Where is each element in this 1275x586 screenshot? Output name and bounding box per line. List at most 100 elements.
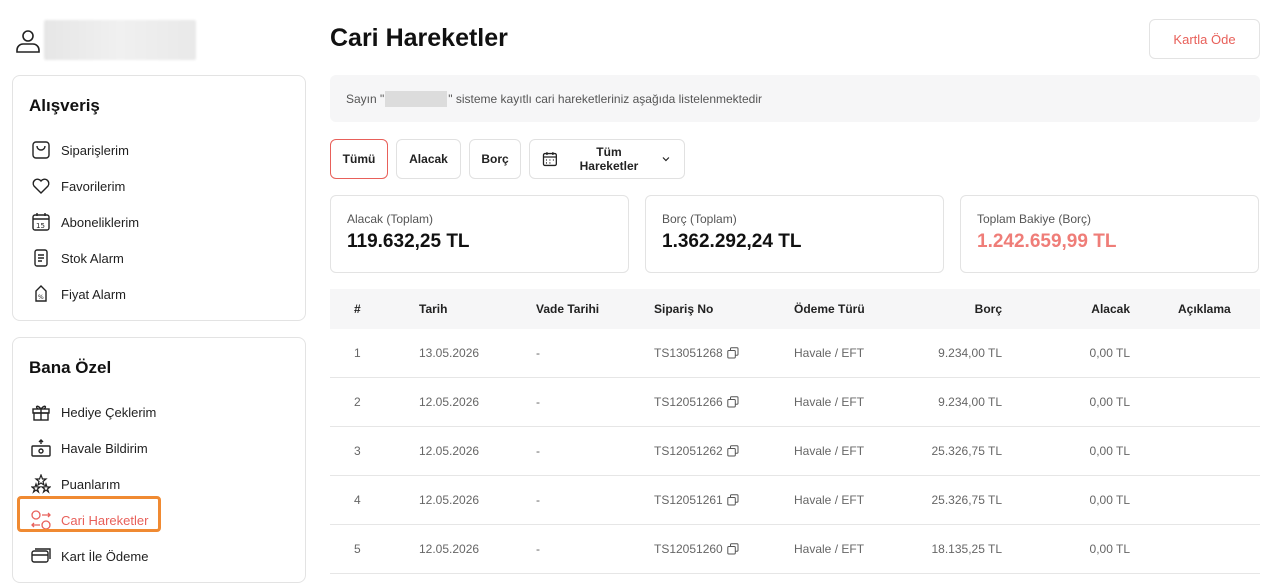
filter-debit-button[interactable]: Borç (469, 139, 521, 179)
debit-total-card: Borç (Toplam) 1.362.292,24 TL (645, 195, 944, 273)
sidebar-item-label: Hediye Çeklerim (61, 404, 157, 420)
cell-text: 25.326,75 TL (931, 444, 1002, 458)
stat-value: 119.632,25 TL (347, 231, 470, 252)
table-cell: - (536, 444, 654, 458)
bag-icon (29, 138, 53, 162)
table-cell: Havale / EFT (794, 542, 892, 556)
sidebar-item-orders[interactable]: Siparişlerim (29, 132, 289, 168)
cell-text: TS12051261 (654, 493, 723, 507)
transfer-icon (29, 436, 53, 460)
sidebar-item-label: Favorilerim (61, 178, 126, 194)
cell-text: Havale / EFT (794, 493, 865, 507)
stat-value: 1.242.659,99 TL (977, 231, 1117, 252)
table-cell: Havale / EFT (794, 395, 892, 409)
customer-name-redacted (385, 90, 448, 107)
table-cell: 0,00 TL (1002, 395, 1130, 409)
stars-icon (29, 472, 53, 496)
table-cell: TS13051268 (654, 346, 794, 360)
cell-text: TS12051262 (654, 444, 723, 458)
calendar-15-icon: 15 (29, 210, 53, 234)
filter-bar: Tümü Alacak Borç Tüm Hareketler (330, 139, 685, 179)
card-icon (29, 544, 53, 568)
table-cell: TS12051266 (654, 395, 794, 409)
filter-all-button[interactable]: Tümü (330, 139, 388, 179)
user-icon (16, 30, 40, 53)
cell-text: 12.05.2026 (419, 542, 480, 556)
cell-text: Havale / EFT (794, 346, 865, 360)
table-cell: Havale / EFT (794, 444, 892, 458)
copy-icon[interactable] (727, 543, 739, 555)
sidebar-item-gift-cards[interactable]: Hediye Çeklerim (29, 394, 289, 430)
sidebar-item-label: Aboneliklerim (61, 214, 140, 230)
copy-icon[interactable] (727, 445, 739, 457)
cell-text: - (536, 493, 540, 507)
copy-icon[interactable] (727, 396, 739, 408)
stat-label: Alacak (Toplam) (347, 212, 434, 226)
table-cell: 12.05.2026 (419, 395, 536, 409)
sidebar-item-card-payment[interactable]: Kart İle Ödeme (29, 538, 289, 574)
table-row: 3 12.05.2026 - TS12051262 Havale / EFT 25.326… (330, 427, 1260, 476)
svg-text:%: % (38, 294, 44, 301)
cell-text: 12.05.2026 (419, 444, 480, 458)
cell-text: 2 (354, 395, 361, 409)
shopping-section-title: Alışveriş (29, 96, 100, 115)
personal-menu-card: Bana Özel Hediye Çeklerim Havale Bildiri… (12, 337, 306, 583)
column-header: # (354, 302, 361, 316)
calendar-icon (542, 152, 557, 167)
cell-text: Havale / EFT (794, 542, 865, 556)
sidebar-item-label: Kart İle Ödeme (61, 548, 149, 564)
sidebar-item-points[interactable]: Puanlarım (29, 466, 289, 502)
column-header: Açıklama (1178, 302, 1231, 316)
copy-icon[interactable] (727, 347, 739, 359)
column-header: Alacak (1091, 302, 1130, 316)
filter-credit-button[interactable]: Alacak (396, 139, 461, 179)
table-cell: 9.234,00 TL (892, 395, 1002, 409)
table-row: 2 12.05.2026 - TS12051266 Havale / EFT 9.234,… (330, 378, 1260, 427)
table-cell: TS12051261 (654, 493, 794, 507)
cell-text: 4 (354, 493, 361, 507)
info-suffix: " sisteme kayıtlı cari hareketleriniz aş… (448, 91, 763, 106)
sidebar-item-price-alarm[interactable]: % Fiyat Alarm (29, 276, 289, 312)
dropdown-value: Tüm Hareketler (579, 145, 639, 173)
cell-text: 3 (354, 444, 361, 458)
table-cell: 4 (330, 493, 419, 507)
movements-dropdown[interactable]: Tüm Hareketler (529, 139, 685, 179)
table-cell: 5 (330, 542, 419, 556)
page-title: Cari Hareketler (330, 24, 508, 52)
sidebar-item-account-movements[interactable]: Cari Hareketler (29, 502, 289, 538)
cell-text: - (536, 444, 540, 458)
cell-text: - (536, 542, 540, 556)
credit-total-card: Alacak (Toplam) 119.632,25 TL (330, 195, 629, 273)
sidebar-item-transfer-notice[interactable]: Havale Bildirim (29, 430, 289, 466)
table-cell: 12.05.2026 (419, 493, 536, 507)
copy-icon[interactable] (727, 494, 739, 506)
cell-text: 12.05.2026 (419, 395, 480, 409)
sidebar-item-stock-alarm[interactable]: Stok Alarm (29, 240, 289, 276)
gift-icon (29, 400, 53, 424)
table-cell: 0,00 TL (1002, 444, 1130, 458)
table-cell: TS12051260 (654, 542, 794, 556)
personal-section-title: Bana Özel (29, 358, 112, 377)
table-cell: 0,00 TL (1002, 542, 1130, 556)
table-cell: - (536, 395, 654, 409)
movements-table: # Tarih Vade Tarihi Sipariş No Ödeme Tür… (330, 289, 1260, 574)
cell-text: TS13051268 (654, 346, 723, 360)
exchange-icon (29, 508, 53, 532)
sidebar-item-subscriptions[interactable]: 15 Aboneliklerim (29, 204, 289, 240)
table-cell: 3 (330, 444, 419, 458)
sidebar-item-favorites[interactable]: Favorilerim (29, 168, 289, 204)
cell-text: 0,00 TL (1089, 542, 1130, 556)
cell-text: 0,00 TL (1089, 444, 1130, 458)
balance-total-card: Toplam Bakiye (Borç) 1.242.659,99 TL (960, 195, 1259, 273)
column-header: Ödeme Türü (794, 302, 865, 316)
pay-by-card-button[interactable]: Kartla Öde (1149, 19, 1260, 59)
cell-text: 0,00 TL (1089, 395, 1130, 409)
column-header: Tarih (419, 302, 448, 316)
table-header: # Tarih Vade Tarihi Sipariş No Ödeme Tür… (330, 289, 1260, 329)
cell-text: 5 (354, 542, 361, 556)
heart-icon (29, 174, 53, 198)
cell-text: 9.234,00 TL (938, 346, 1002, 360)
table-cell: 1 (330, 346, 419, 360)
user-profile (14, 20, 196, 62)
stat-label: Borç (Toplam) (662, 212, 737, 226)
